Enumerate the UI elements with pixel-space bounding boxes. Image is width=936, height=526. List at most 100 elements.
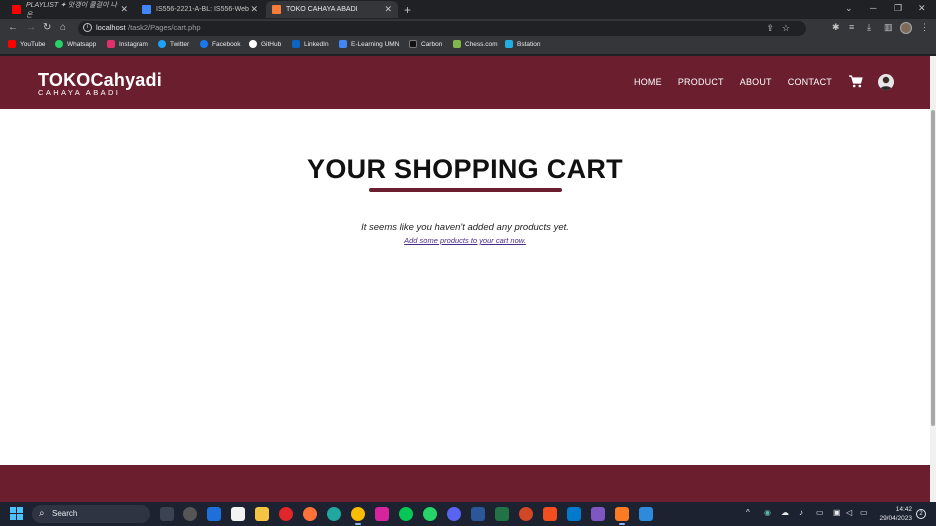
bookmark-label: GitHub: [261, 40, 282, 48]
opera-icon[interactable]: [279, 507, 293, 521]
bookmark-label: E-Learning UMN: [351, 40, 400, 48]
tab-search-chevron-icon[interactable]: ⌄: [845, 3, 853, 14]
browser-tab-toko[interactable]: TOKO CAHAYA ABADI ✕: [266, 1, 398, 18]
new-tab-icon[interactable]: +: [404, 3, 411, 17]
shopping-cart-icon[interactable]: [849, 75, 863, 88]
maximize-icon[interactable]: ❐: [894, 3, 902, 14]
bookmark-label: Instagram: [119, 40, 148, 48]
network-icon[interactable]: ▣: [833, 508, 841, 517]
snipping-tool-icon[interactable]: [639, 507, 653, 521]
bookmark-label: Carbon: [421, 40, 443, 48]
close-tab-icon[interactable]: ✕: [384, 4, 392, 15]
share-and-bookmark-star-icon[interactable]: ⇪☆: [766, 23, 798, 34]
browser-tab-elearning[interactable]: IS556-2221-A-BL: IS556-Web Dev ✕: [136, 1, 264, 18]
line-icon[interactable]: [399, 507, 413, 521]
bookmark-label: Facebook: [212, 40, 241, 48]
nav-home[interactable]: HOME: [634, 77, 662, 87]
windows-start-icon[interactable]: [10, 507, 24, 521]
forward-icon[interactable]: →: [26, 22, 36, 33]
bookmark-whatsapp[interactable]: Whatsapp: [55, 40, 96, 48]
word-icon[interactable]: [471, 507, 485, 521]
bstation-icon: [505, 40, 513, 48]
battery-icon[interactable]: ▭: [860, 508, 868, 517]
downloads-icon[interactable]: ⤓: [867, 22, 871, 33]
security-shield-icon[interactable]: [207, 507, 221, 521]
powerpoint-icon[interactable]: [519, 507, 533, 521]
bookmark-bstation[interactable]: Bstation: [505, 40, 541, 48]
edge-icon[interactable]: [327, 507, 341, 521]
chrome-icon[interactable]: [351, 507, 365, 525]
scrollbar-thumb[interactable]: [931, 110, 935, 426]
address-bar[interactable]: i localhost /task2/Pages/cart.php ⇪☆: [78, 21, 806, 36]
side-panel-icon[interactable]: ▥: [884, 22, 893, 33]
linkedin-icon: [292, 40, 300, 48]
bookmark-chess[interactable]: Chess.com: [453, 40, 498, 48]
bookmark-elearning[interactable]: E-Learning UMN: [339, 40, 399, 48]
nav-product[interactable]: PRODUCT: [678, 77, 724, 87]
bookmark-label: YouTube: [20, 40, 46, 48]
page-scrollbar[interactable]: [930, 56, 936, 502]
bookmark-carbon[interactable]: Carbon: [409, 40, 442, 48]
keyboard-icon[interactable]: ▭: [816, 508, 824, 517]
clock-time: 14:42: [895, 506, 912, 513]
main-nav: HOME PRODUCT ABOUT CONTACT: [634, 77, 832, 87]
store-icon[interactable]: [231, 507, 245, 521]
notification-count-badge[interactable]: 2: [916, 509, 926, 519]
tab-title: TOKO CAHAYA ABADI: [286, 6, 358, 13]
brand-logo[interactable]: TOKOCahyadi CAHAYA ABADI: [38, 71, 162, 97]
carbon-icon: [409, 40, 417, 48]
discord-icon[interactable]: [447, 507, 461, 521]
tray-app-icon[interactable]: ◉: [764, 508, 771, 517]
brand-tagline: CAHAYA ABADI: [38, 88, 121, 97]
vscode-icon[interactable]: [567, 507, 581, 521]
reload-icon[interactable]: ↻: [43, 22, 51, 33]
bookmark-label: Whatsapp: [67, 40, 97, 48]
user-avatar[interactable]: [878, 74, 894, 90]
bookmark-twitter[interactable]: Twitter: [158, 40, 189, 48]
site-header: TOKOCahyadi CAHAYA ABADI HOME PRODUCT AB…: [0, 56, 930, 109]
back-icon[interactable]: ←: [8, 22, 18, 33]
nav-contact[interactable]: CONTACT: [788, 77, 832, 87]
elearning-icon: [339, 40, 347, 48]
tray-overflow-chevron-icon[interactable]: ^: [746, 508, 750, 517]
file-explorer-icon[interactable]: [255, 507, 269, 521]
bookmark-label: Twitter: [170, 40, 190, 48]
figma-icon[interactable]: [543, 507, 557, 521]
window-close-icon[interactable]: ✕: [918, 3, 926, 14]
site-footer: [0, 465, 930, 502]
add-products-link[interactable]: Add some products to your cart now.: [404, 236, 526, 245]
task-view-icon[interactable]: [160, 507, 174, 521]
copilot-icon[interactable]: [183, 507, 197, 521]
home-icon[interactable]: ⌂: [60, 22, 66, 33]
close-tab-icon[interactable]: ✕: [120, 4, 128, 15]
site-info-icon[interactable]: i: [83, 23, 92, 32]
visual-studio-icon[interactable]: [591, 507, 605, 521]
taskbar-search[interactable]: ⌕ Search: [32, 505, 150, 523]
xampp-icon[interactable]: [615, 507, 629, 525]
minimize-icon[interactable]: ─: [870, 3, 876, 13]
bookmark-github[interactable]: GitHub: [249, 40, 281, 48]
volume-icon[interactable]: ◁: [846, 508, 852, 517]
excel-icon[interactable]: [495, 507, 509, 521]
browser-menu-icon[interactable]: ⋮: [920, 22, 929, 33]
instagram-app-icon[interactable]: [375, 507, 389, 521]
browser-tab-playlist[interactable]: PLAYLIST ✦ 맛갱이 쿨걸이 나온 ✕: [6, 1, 134, 19]
media-control-icon[interactable]: ≡: [849, 22, 854, 32]
profile-avatar[interactable]: [900, 22, 912, 34]
onedrive-cloud-icon[interactable]: ☁: [781, 508, 789, 517]
taskbar-clock[interactable]: 14:42 29/04/2023: [876, 505, 912, 523]
whatsapp-app-icon[interactable]: [423, 507, 437, 521]
elearning-favicon-icon: [142, 5, 151, 14]
bookmark-facebook[interactable]: Facebook: [200, 40, 241, 48]
browser-toolbar: ← → ↻ ⌂ i localhost /task2/Pages/cart.ph…: [0, 19, 936, 38]
brand-name: TOKOCahyadi: [38, 70, 162, 90]
microphone-icon[interactable]: ♪: [799, 508, 803, 517]
close-tab-icon[interactable]: ✕: [250, 4, 258, 15]
cart-page-title: YOUR SHOPPING CART: [307, 154, 623, 184]
extensions-puzzle-icon[interactable]: ✱: [832, 22, 840, 33]
bookmark-instagram[interactable]: Instagram: [107, 40, 148, 48]
bookmark-youtube[interactable]: YouTube: [8, 40, 46, 48]
nav-about[interactable]: ABOUT: [740, 77, 772, 87]
firefox-icon[interactable]: [303, 507, 317, 521]
bookmark-linkedin[interactable]: LinkedIn: [292, 40, 329, 48]
